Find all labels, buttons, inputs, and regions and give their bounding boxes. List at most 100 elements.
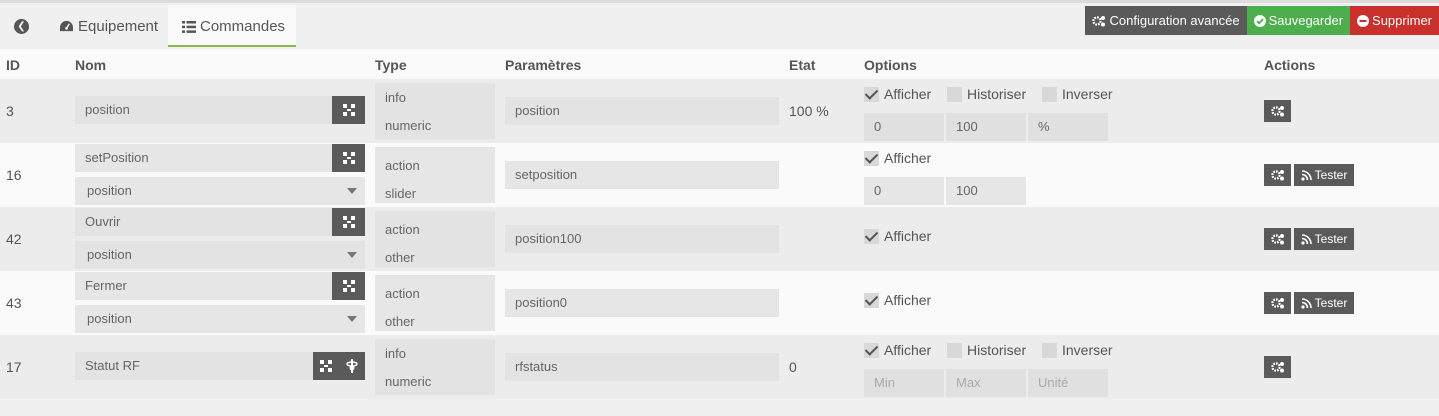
logical-id-input[interactable]: setposition <box>505 161 779 189</box>
chevron-down-icon <box>347 316 357 322</box>
value-select[interactable]: position <box>75 241 365 269</box>
table-row: 42 Ouvrir position action other position… <box>0 207 1439 271</box>
checkbox-icon <box>947 342 962 358</box>
advanced-config-label: Configuration avancée <box>1109 13 1240 28</box>
checkbox-checked-icon <box>864 292 879 308</box>
rss-icon <box>1301 297 1312 309</box>
max-input[interactable]: 100 <box>946 113 1026 141</box>
max-input[interactable]: Max <box>946 369 1026 397</box>
cmd-picker-icon[interactable] <box>332 208 365 236</box>
unit-input[interactable]: Unité <box>1028 369 1108 397</box>
gears-icon <box>1270 298 1284 309</box>
checkbox-checked-icon <box>864 228 879 244</box>
table-row: 43 Fermer position action other position… <box>0 271 1439 335</box>
back-arrow-icon[interactable]: ❮ <box>14 19 29 34</box>
cmd-picker-icon[interactable] <box>332 96 365 124</box>
chevron-down-icon <box>347 188 357 194</box>
type-box[interactable]: action other <box>375 275 495 331</box>
afficher-label: Afficher <box>884 228 932 244</box>
inverser-label: Inverser <box>1062 342 1113 358</box>
type-sub: numeric <box>385 374 432 389</box>
type-main: action <box>385 158 420 173</box>
command-name-input[interactable]: position <box>75 96 332 124</box>
historiser-checkbox[interactable]: Historiser <box>947 342 1026 358</box>
configure-button[interactable] <box>1264 164 1291 186</box>
value-select[interactable]: position <box>75 177 365 205</box>
row-id: 42 <box>6 231 22 247</box>
advanced-config-button[interactable]: Configuration avancée <box>1085 6 1247 35</box>
top-bar: ❮ Equipement Commandes Configuration ava… <box>0 3 1439 47</box>
cmd-picker-icon[interactable] <box>332 272 365 300</box>
configure-button[interactable] <box>1264 292 1291 314</box>
table-header: ID Nom Type Paramètres Etat Options Acti… <box>0 49 1439 81</box>
row-id: 17 <box>6 359 22 375</box>
gears-icon <box>1270 234 1284 245</box>
tester-label: Tester <box>1314 296 1348 310</box>
afficher-checkbox[interactable]: Afficher <box>864 86 931 102</box>
table-row: 16 setPosition position action slider se… <box>0 143 1439 207</box>
cmd-picker-icon[interactable] <box>313 352 339 380</box>
type-main: info <box>385 90 406 105</box>
tab-commandes-label: Commandes <box>200 18 286 35</box>
col-type: Type <box>375 57 407 73</box>
checkbox-icon <box>1042 86 1057 102</box>
command-name-input[interactable]: setPosition <box>75 144 332 172</box>
afficher-checkbox[interactable]: Afficher <box>864 228 931 244</box>
afficher-checkbox[interactable]: Afficher <box>864 150 931 166</box>
tester-button[interactable]: Tester <box>1294 228 1354 250</box>
value-select[interactable]: position <box>75 305 365 333</box>
afficher-checkbox[interactable]: Afficher <box>864 342 931 358</box>
type-sub: slider <box>385 186 417 201</box>
afficher-label: Afficher <box>884 86 932 102</box>
historiser-label: Historiser <box>967 86 1027 102</box>
logical-id-input[interactable]: position0 <box>505 289 779 317</box>
delete-button[interactable]: Supprimer <box>1350 6 1439 35</box>
afficher-checkbox[interactable]: Afficher <box>864 292 931 308</box>
min-input[interactable]: 0 <box>864 177 944 205</box>
command-name-input[interactable]: Fermer <box>75 272 332 300</box>
command-name-input[interactable]: Ouvrir <box>75 208 332 236</box>
logical-id-input[interactable]: rfstatus <box>505 353 779 381</box>
type-main: action <box>385 286 420 301</box>
tester-button[interactable]: Tester <box>1294 164 1354 186</box>
tab-equipement[interactable]: Equipement <box>48 5 166 47</box>
type-box[interactable]: info numeric <box>375 83 495 139</box>
cmd-picker-icon[interactable] <box>332 144 365 172</box>
col-id: ID <box>6 57 20 73</box>
command-name-input[interactable]: Statut RF <box>75 352 313 380</box>
type-main: info <box>385 346 406 361</box>
min-input[interactable]: Min <box>864 369 944 397</box>
tester-button[interactable]: Tester <box>1294 292 1354 314</box>
col-parametres: Paramètres <box>505 57 582 73</box>
gears-icon <box>1270 362 1284 373</box>
inverser-checkbox[interactable]: Inverser <box>1042 342 1113 358</box>
configure-button[interactable] <box>1264 100 1291 122</box>
logical-id-input[interactable]: position100 <box>505 225 779 253</box>
configure-button[interactable] <box>1264 356 1291 378</box>
tester-label: Tester <box>1314 168 1348 182</box>
state-value: 100 % <box>789 103 829 119</box>
type-box[interactable]: info numeric <box>375 339 495 395</box>
col-actions: Actions <box>1264 57 1316 73</box>
historiser-checkbox[interactable]: Historiser <box>947 86 1026 102</box>
checkbox-checked-icon <box>864 150 879 166</box>
save-button[interactable]: Sauvegarder <box>1246 6 1351 35</box>
checkbox-icon <box>947 86 962 102</box>
type-box[interactable]: action slider <box>375 147 495 203</box>
state-value: 0 <box>789 359 797 375</box>
table-row: 17 Statut RF info numeric rfstatus 0 Aff… <box>0 335 1439 399</box>
rss-icon <box>1301 233 1312 245</box>
configure-button[interactable] <box>1264 228 1291 250</box>
gears-icon <box>1092 15 1106 26</box>
type-main: action <box>385 222 420 237</box>
logical-id-input[interactable]: position <box>505 97 779 125</box>
type-box[interactable]: action other <box>375 211 495 267</box>
tab-commandes[interactable]: Commandes <box>168 5 296 47</box>
min-input[interactable]: 0 <box>864 113 944 141</box>
inverser-checkbox[interactable]: Inverser <box>1042 86 1113 102</box>
max-input[interactable]: 100 <box>946 177 1026 205</box>
value-select-text: position <box>87 247 132 262</box>
row-id: 16 <box>6 167 22 183</box>
medic-icon[interactable] <box>339 352 365 380</box>
unit-input[interactable]: % <box>1028 113 1108 141</box>
